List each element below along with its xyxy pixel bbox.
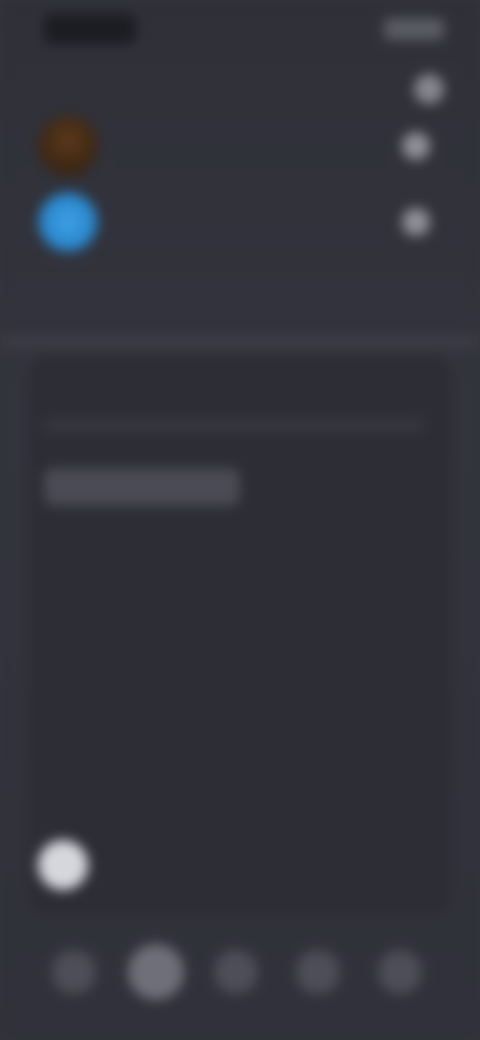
avatar — [38, 192, 98, 252]
status-bar — [0, 0, 480, 56]
account-select-icon[interactable] — [402, 208, 430, 236]
calendar-day[interactable] — [266, 840, 316, 890]
section-divider — [0, 336, 480, 348]
nav-item-2[interactable] — [214, 950, 258, 994]
calendar-day[interactable] — [95, 720, 145, 770]
avatar — [38, 116, 98, 176]
tab-primary[interactable] — [44, 468, 240, 506]
calendar-day[interactable] — [209, 600, 259, 650]
calendar-day[interactable] — [209, 720, 259, 770]
calendar-day[interactable] — [266, 600, 316, 650]
calendar-day[interactable] — [266, 720, 316, 770]
status-time — [44, 14, 136, 44]
account-select-icon[interactable] — [402, 132, 430, 160]
month-action-link[interactable] — [380, 526, 436, 548]
account-row[interactable] — [28, 108, 452, 184]
calendar-day[interactable] — [95, 660, 145, 710]
calendar-day[interactable] — [38, 780, 88, 830]
calendar-day[interactable] — [209, 660, 259, 710]
calendar-day[interactable] — [209, 780, 259, 830]
blurred-screen — [0, 0, 480, 1040]
header-action-icon[interactable] — [414, 74, 444, 104]
calendar-day[interactable] — [380, 600, 430, 650]
calendar-day[interactable] — [380, 840, 430, 890]
calendar-day[interactable] — [323, 720, 373, 770]
account-list — [28, 108, 452, 328]
calendar-day[interactable] — [323, 660, 373, 710]
calendar-day[interactable] — [152, 840, 202, 890]
bottom-nav — [0, 934, 480, 1010]
calendar-card — [28, 356, 452, 916]
calendar-day[interactable] — [38, 720, 88, 770]
calendar-day[interactable] — [323, 600, 373, 650]
calendar-day[interactable] — [380, 720, 430, 770]
card-subtitle-placeholder — [44, 418, 424, 432]
calendar-day[interactable] — [95, 600, 145, 650]
accounts-more-link[interactable] — [198, 284, 282, 306]
calendar-day[interactable] — [266, 660, 316, 710]
tab-secondary[interactable] — [274, 468, 404, 506]
calendar-day[interactable] — [152, 660, 202, 710]
calendar-day[interactable] — [95, 840, 145, 890]
calendar-day[interactable] — [38, 600, 88, 650]
tab-bar — [44, 468, 436, 506]
account-name — [112, 134, 242, 158]
nav-item-4[interactable] — [378, 950, 422, 994]
calendar-day[interactable] — [209, 840, 259, 890]
nav-item-0[interactable] — [52, 950, 96, 994]
calendar-day[interactable] — [152, 600, 202, 650]
calendar-day-today[interactable] — [38, 840, 88, 890]
calendar-day[interactable] — [380, 660, 430, 710]
calendar-day[interactable] — [95, 780, 145, 830]
calendar-day[interactable] — [323, 840, 373, 890]
account-row[interactable] — [28, 184, 452, 260]
calendar-day[interactable] — [152, 720, 202, 770]
calendar-day[interactable] — [380, 780, 430, 830]
weekday-header — [38, 568, 442, 588]
account-name — [112, 210, 242, 234]
nav-item-1[interactable] — [128, 944, 184, 1000]
calendar-day[interactable] — [38, 660, 88, 710]
status-icons — [384, 18, 444, 40]
calendar-day[interactable] — [152, 780, 202, 830]
month-label — [44, 526, 214, 548]
nav-item-3[interactable] — [296, 950, 340, 994]
calendar-day[interactable] — [323, 780, 373, 830]
card-title — [44, 382, 224, 406]
calendar-grid — [38, 600, 442, 890]
calendar-day[interactable] — [266, 780, 316, 830]
